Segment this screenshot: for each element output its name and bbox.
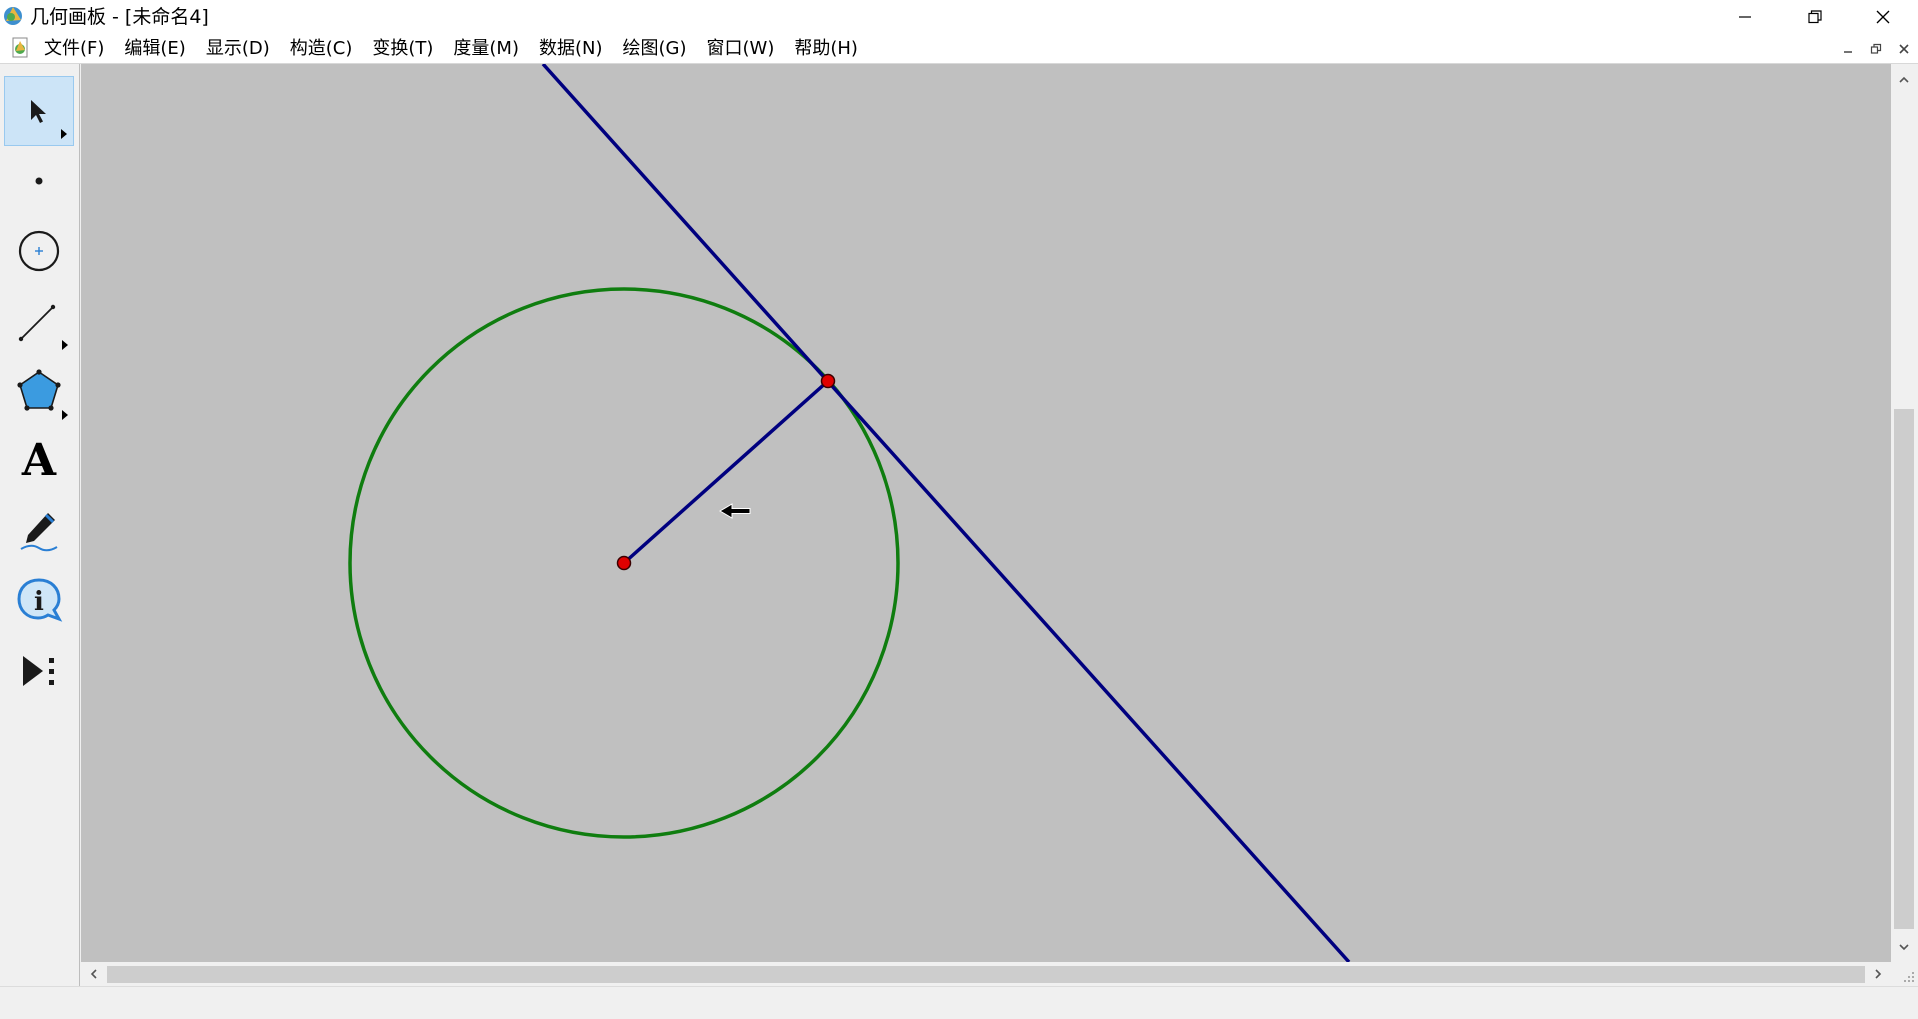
doc-minimize-button[interactable] xyxy=(1836,38,1860,60)
menu-display[interactable]: 显示(D) xyxy=(196,34,280,63)
tool-submenu-arrow xyxy=(62,340,68,350)
restore-icon xyxy=(1870,43,1882,54)
minimize-icon xyxy=(1844,51,1852,53)
menu-construct[interactable]: 构造(C) xyxy=(280,34,363,63)
chevron-left-icon xyxy=(90,969,97,979)
sketch-canvas[interactable] xyxy=(81,64,1891,962)
restore-icon xyxy=(1808,10,1822,24)
window-title: 几何画板 - [未命名4] xyxy=(30,6,209,28)
menu-transform[interactable]: 变换(T) xyxy=(362,34,443,63)
minimize-icon xyxy=(1739,16,1751,18)
vertical-scrollbar[interactable] xyxy=(1891,64,1918,962)
doc-restore-button[interactable] xyxy=(1864,38,1888,60)
polygon-icon xyxy=(17,369,61,411)
compass-tool[interactable] xyxy=(4,216,74,286)
text-a-icon: A xyxy=(21,435,57,486)
scroll-right-button[interactable] xyxy=(1868,964,1888,984)
chevron-up-icon xyxy=(1899,76,1909,83)
geometer-sketchpad-app-icon xyxy=(4,7,22,25)
menu-bar: 文件(F) 编辑(E) 显示(D) 构造(C) 变换(T) 度量(M) 数据(N… xyxy=(0,34,1918,64)
tangent-point[interactable] xyxy=(820,373,836,389)
close-button[interactable] xyxy=(1848,0,1918,34)
horizontal-scroll-thumb[interactable] xyxy=(107,966,1865,983)
chevron-right-icon xyxy=(1875,969,1882,979)
menu-graph[interactable]: 绘图(G) xyxy=(613,34,697,63)
scroll-down-button[interactable] xyxy=(1894,937,1914,957)
menu-edit[interactable]: 编辑(E) xyxy=(114,34,195,63)
center-point[interactable] xyxy=(616,555,632,571)
text-tool[interactable]: A xyxy=(4,426,74,496)
line-segment-icon xyxy=(18,304,56,342)
close-icon xyxy=(1876,10,1890,24)
toolbox: A i xyxy=(0,64,80,722)
document-window-controls xyxy=(1836,38,1916,60)
svg-text:i: i xyxy=(34,587,44,617)
selection-arrow-tool[interactable] xyxy=(4,76,74,146)
information-tool[interactable]: i xyxy=(4,566,74,636)
marker-tool[interactable] xyxy=(4,496,74,566)
radius-segment[interactable] xyxy=(622,379,830,565)
close-icon xyxy=(1899,44,1909,54)
menu-items: 文件(F) 编辑(E) 显示(D) 构造(C) 变换(T) 度量(M) 数据(N… xyxy=(34,34,868,63)
play-custom-icon xyxy=(23,656,54,686)
minimize-button[interactable] xyxy=(1710,0,1780,34)
toolbox-empty-area xyxy=(0,721,80,986)
custom-tool[interactable] xyxy=(4,636,74,706)
size-grip[interactable] xyxy=(1891,962,1918,986)
status-bar xyxy=(0,986,1918,1019)
doc-close-button[interactable] xyxy=(1892,38,1916,60)
point-tool[interactable] xyxy=(4,146,74,216)
menu-window[interactable]: 窗口(W) xyxy=(697,34,785,63)
circle-icon xyxy=(18,230,60,272)
horizontal-scrollbar[interactable] xyxy=(81,962,1891,986)
tool-submenu-arrow xyxy=(61,129,67,139)
scroll-left-button[interactable] xyxy=(84,964,104,984)
sketch-drawing xyxy=(348,64,1351,962)
scroll-up-button[interactable] xyxy=(1894,70,1914,90)
point-icon xyxy=(35,177,43,185)
translate-cursor-icon xyxy=(719,503,751,519)
straightedge-tool[interactable] xyxy=(4,286,74,356)
chevron-down-icon xyxy=(1899,944,1909,951)
marker-pen-icon xyxy=(20,513,58,552)
info-icon: i xyxy=(17,578,63,622)
title-bar: 几何画板 - [未命名4] xyxy=(0,0,1918,34)
document-icon[interactable] xyxy=(10,37,30,59)
menu-file[interactable]: 文件(F) xyxy=(34,34,114,63)
restore-button[interactable] xyxy=(1780,0,1850,34)
menu-data[interactable]: 数据(N) xyxy=(529,34,613,63)
vertical-scroll-thumb[interactable] xyxy=(1894,409,1914,929)
tool-submenu-arrow xyxy=(62,410,68,420)
resize-grip-icon xyxy=(1904,972,1914,982)
arrow-icon xyxy=(31,100,46,123)
menu-help[interactable]: 帮助(H) xyxy=(784,34,868,63)
tangent-line[interactable] xyxy=(541,64,1351,962)
menu-measure[interactable]: 度量(M) xyxy=(443,34,529,63)
polygon-tool[interactable] xyxy=(4,356,74,426)
